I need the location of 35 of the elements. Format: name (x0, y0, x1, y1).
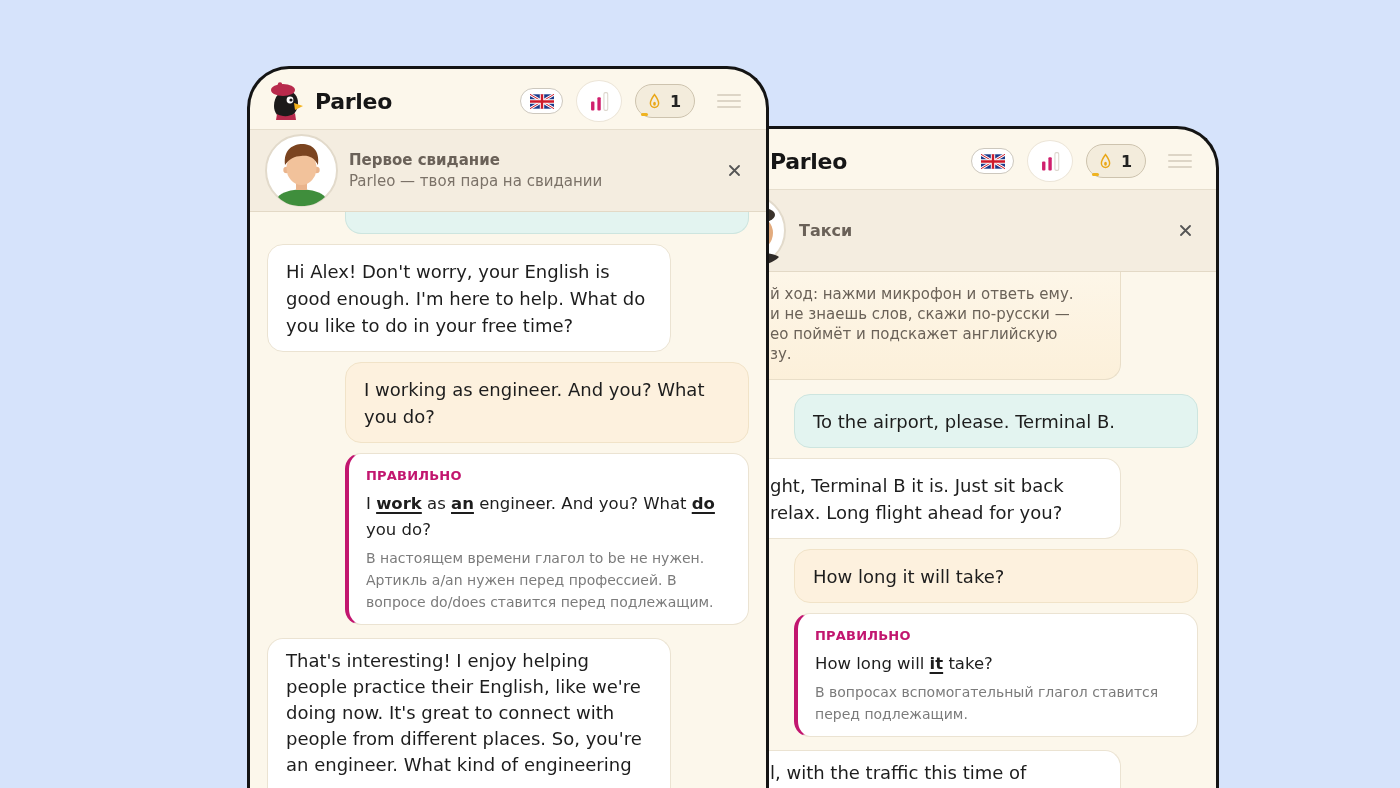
correction-label: ПРАВИЛЬНО (366, 467, 463, 485)
scenario-title: Такси (799, 221, 854, 240)
hint-text: й ход: нажми микрофон и ответь ему. и не знаешь слов, скажи по-русски — ео поймёт и подскажет английскую зу. (770, 284, 1075, 364)
scenario-title: Первое свидание (349, 151, 501, 169)
level-button[interactable] (576, 80, 622, 122)
scenario-subtitle: Parleo — твоя пара на свидании (349, 172, 604, 190)
streak-button[interactable]: 1 (635, 84, 695, 118)
corrected-text: How long will it take? (815, 653, 994, 675)
message-text: Hi Alex! Don't worry, your English is good enough. I'm here to help. What do you like to do in your free time? (286, 260, 647, 338)
brand-name: Parleo (770, 148, 847, 174)
close-icon[interactable] (729, 165, 740, 176)
close-icon[interactable] (1180, 225, 1191, 236)
flame-icon (648, 93, 660, 109)
level-bars-icon (589, 91, 609, 111)
level-button[interactable] (1027, 140, 1073, 182)
message-text: l, with the traffic this time of (770, 761, 1028, 785)
correction-explanation: В вопросах вспомогательный глагол ставится перед подлежащим. (815, 683, 1160, 724)
message-text: I working as engineer. And you? What you do? (364, 378, 706, 429)
level-bars-icon (1040, 151, 1060, 171)
message-text: How long it will take? (813, 565, 1006, 589)
flag-icon (529, 93, 554, 109)
correction-label: ПРАВИЛЬНО (815, 627, 912, 645)
message-text: ght, Terminal B it is. Just sit back relax. Long flight ahead for you? (770, 474, 1065, 525)
streak-button[interactable]: 1 (1086, 144, 1146, 178)
language-button[interactable] (520, 88, 563, 114)
brand-name: Parleo (315, 88, 392, 114)
flag-icon (980, 153, 1005, 169)
bird-logo-icon (268, 82, 304, 120)
message-text: That's interesting! I enjoy helping people practice their English, like we're doing now. It's great to connect with people from different places. So, you're an engineer. What kind of engineering (286, 649, 643, 777)
flame-icon (1099, 153, 1111, 169)
corrected-text: I work as an engineer. And you? What do you do? (366, 493, 716, 541)
avatar-icon (265, 134, 338, 207)
language-button[interactable] (971, 148, 1014, 174)
correction-explanation: В настоящем времени глагол to be не нужен. Артикль a/an нужен перед профессией. В вопросе do/does ставится перед подлежащим. (366, 549, 715, 612)
message-text: To the airport, please. Terminal B. (813, 410, 1116, 434)
